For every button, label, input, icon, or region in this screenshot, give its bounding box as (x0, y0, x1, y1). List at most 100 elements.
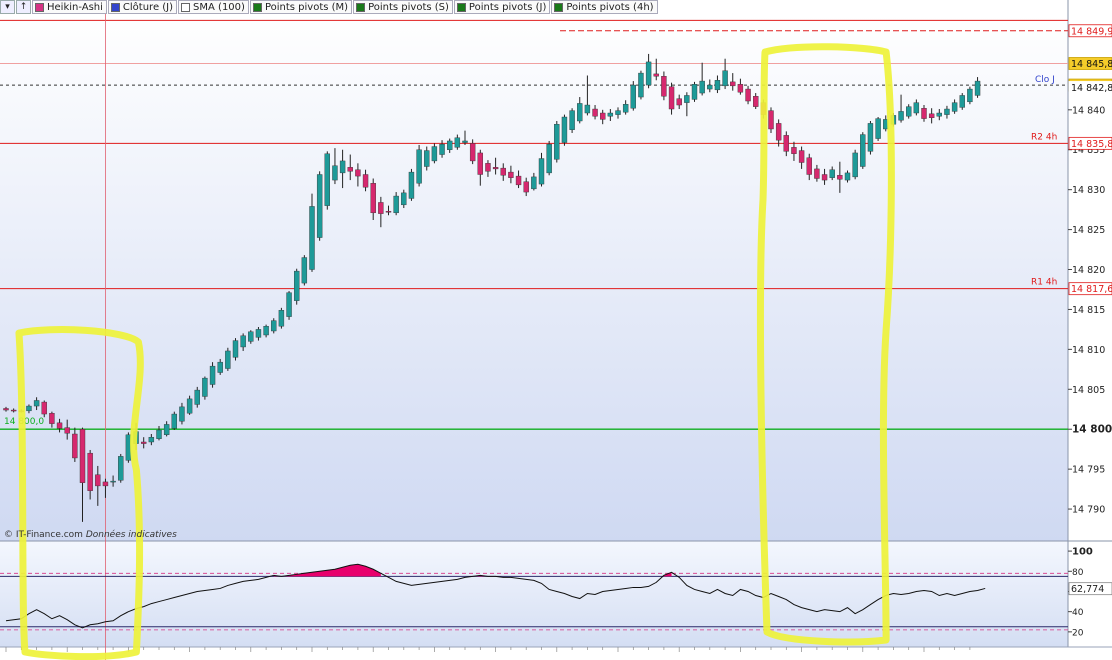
swatch-icon (35, 2, 44, 12)
candle-bull (829, 169, 835, 178)
candle-bear (737, 84, 744, 93)
candle-bear (64, 427, 70, 434)
candle-bear (806, 157, 812, 175)
candle-bull (255, 329, 262, 338)
candle-bear (385, 211, 392, 213)
legend-label: Clôture (J) (122, 1, 174, 13)
legend-item-sma[interactable]: SMA (100) (178, 0, 249, 14)
candle-bear (837, 175, 843, 180)
candle-bull (844, 172, 851, 181)
candle-bull (875, 118, 881, 139)
price-box-label: 14 842,8 (1071, 83, 1112, 94)
candle-bull (898, 111, 904, 121)
candle-bear (102, 481, 109, 487)
legend-item-pivots-4h[interactable]: Points pivots (4h) (551, 0, 658, 14)
legend-item-cloture[interactable]: Clôture (J) (107, 0, 178, 14)
price-tick-label: 14 820 (1072, 265, 1105, 276)
candle-bull (462, 140, 468, 143)
price-tick-label: 14 800 (1072, 424, 1112, 436)
candle-bull (186, 398, 193, 414)
osc-tick-label: 20 (1072, 628, 1084, 638)
osc-tick-label: 100 (1072, 547, 1093, 558)
candle-bear (41, 401, 47, 415)
candle-bull (546, 143, 552, 174)
osc-last-value: 62,774 (1071, 584, 1104, 595)
price-tick-label: 14 795 (1072, 465, 1105, 476)
candle-bear (56, 422, 63, 429)
candle-bear (515, 175, 522, 186)
candle-bull (959, 95, 965, 108)
candle-bull (309, 206, 315, 270)
candle-bear (600, 112, 606, 120)
candle-bear (676, 98, 682, 106)
candle-bear (492, 167, 499, 170)
candle-bear (3, 408, 9, 411)
candle-bull (416, 149, 422, 184)
candle-bull (951, 102, 958, 112)
candle-bear (814, 168, 820, 179)
candle-bear (508, 171, 514, 178)
legend-label: Points pivots (S) (368, 1, 449, 13)
candle-bear (745, 88, 751, 102)
candle-bull (26, 405, 32, 412)
candle-bull (615, 110, 621, 115)
candle-bull (33, 400, 40, 407)
osc-tick-label: 80 (1072, 568, 1084, 578)
legend-item-pivots-m[interactable]: Points pivots (M) (249, 0, 353, 14)
swatch-icon (110, 2, 120, 12)
chart-toolbar: ▾ ↑ Heikin-Ashi Clôture (J) SMA (100) Po… (0, 0, 659, 14)
pivot-line-label: R2 4h (1031, 132, 1057, 142)
candle-bull (707, 84, 713, 90)
osc-tick-label: 40 (1072, 608, 1084, 618)
candle-bull (316, 174, 323, 238)
legend-item-pivots-j[interactable]: Points pivots (J) (453, 0, 551, 14)
price-tick-label: 14 825 (1072, 225, 1105, 236)
candle-bear (928, 113, 935, 119)
expand-arrow-icon[interactable]: ↑ (16, 0, 31, 14)
candle-bull (561, 116, 568, 143)
legend-label: Points pivots (M) (264, 1, 349, 13)
candle-bull (424, 150, 430, 167)
candle-bull (860, 134, 866, 167)
price-tick-label: 14 805 (1072, 385, 1105, 396)
pivot-line-label: R1 4h (1031, 278, 1057, 288)
candle-bull (118, 456, 124, 481)
legend-item-pivots-s[interactable]: Points pivots (S) (353, 0, 453, 14)
candle-bull (447, 140, 453, 150)
candle-bull (286, 292, 292, 317)
candle-bull (431, 146, 438, 162)
candle-bull (645, 61, 652, 86)
candle-bear (370, 183, 376, 214)
price-tick-label: 14 840 (1072, 105, 1105, 116)
candle-bull (232, 340, 239, 358)
candle-bull (722, 70, 728, 87)
candle-bull (439, 143, 445, 155)
credit-note: Données indicatives (85, 530, 177, 540)
legend-label: Points pivots (J) (468, 1, 547, 13)
candle-bear (730, 81, 736, 87)
candle-bear (791, 147, 797, 154)
candle-bear (668, 86, 675, 110)
candle-bull (324, 153, 330, 206)
swatch-icon (356, 2, 366, 12)
candle-bull (202, 377, 208, 397)
data-credit: © IT-Finance.com Données indicatives (4, 530, 177, 540)
collapse-arrow-icon[interactable]: ▾ (0, 0, 15, 14)
candle-bear (362, 174, 369, 188)
candle-bear (753, 96, 759, 107)
legend-label: SMA (100) (193, 1, 245, 13)
swatch-icon (252, 2, 262, 12)
candle-bull (209, 365, 216, 385)
candle-bull (163, 424, 170, 436)
candle-bear (485, 163, 491, 172)
candle-bear (347, 167, 353, 172)
candle-bull (110, 480, 116, 483)
candle-bull (339, 160, 346, 174)
candle-bear (798, 150, 805, 163)
legend-item-heikin-ashi[interactable]: Heikin-Ashi (32, 0, 107, 14)
axis-panel (1068, 0, 1112, 660)
candle-bull (225, 350, 231, 369)
candle-bull (332, 165, 338, 181)
chart-canvas[interactable]: 14 790 14 795 14 800 14 805 14 810 14 815 14 8… (0, 0, 1112, 660)
candle-bull (538, 158, 545, 185)
